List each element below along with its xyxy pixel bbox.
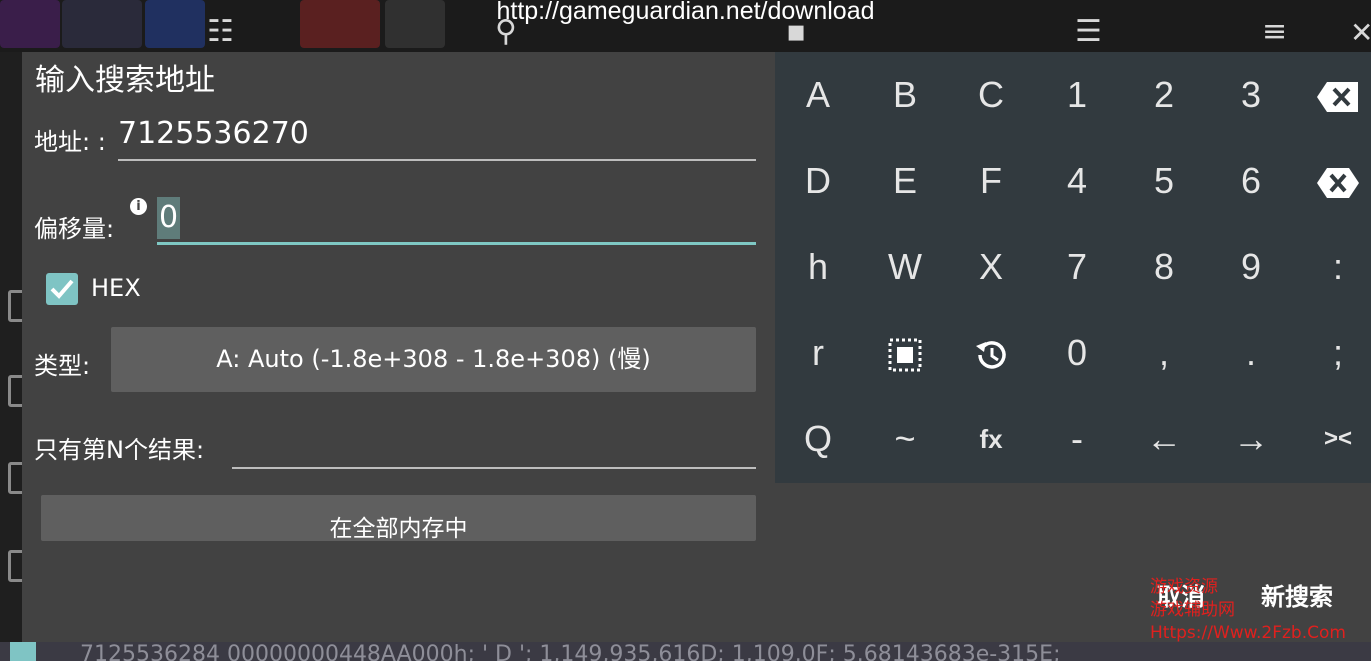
key-r[interactable]: r bbox=[775, 310, 861, 396]
key-C[interactable]: C bbox=[948, 52, 1034, 138]
watermark-line: 游戏资源 bbox=[1150, 577, 1218, 597]
key-h[interactable]: h bbox=[775, 224, 861, 310]
key-6[interactable]: 6 bbox=[1208, 138, 1294, 224]
key-5[interactable]: 5 bbox=[1121, 138, 1207, 224]
nth-result-underline bbox=[232, 467, 756, 469]
background-left-strip bbox=[0, 52, 30, 642]
key-comma[interactable]: , bbox=[1121, 310, 1207, 396]
address-input[interactable]: 7125536270 bbox=[118, 116, 309, 151]
key-fx[interactable]: fx bbox=[948, 396, 1034, 482]
key-A[interactable]: A bbox=[775, 52, 861, 138]
key-B[interactable]: B bbox=[862, 52, 948, 138]
key-colon[interactable]: : bbox=[1295, 224, 1371, 310]
backspace-icon[interactable] bbox=[1295, 52, 1371, 138]
key-X[interactable]: X bbox=[948, 224, 1034, 310]
clear-icon[interactable] bbox=[1295, 138, 1371, 224]
key-F[interactable]: F bbox=[948, 138, 1034, 224]
address-underline bbox=[118, 159, 756, 161]
type-selector[interactable]: A: Auto (-1.8e+308 - 1.8e+308) (慢) bbox=[111, 327, 756, 392]
key-right-arrow[interactable]: → bbox=[1208, 396, 1294, 482]
key-tilde[interactable]: ~ bbox=[862, 396, 948, 482]
history-icon[interactable] bbox=[948, 310, 1034, 396]
key-W[interactable]: W bbox=[862, 224, 948, 310]
background-row-text: 7125536284 00000000448AA000h; ' D '; 1,1… bbox=[80, 642, 1061, 661]
key-semicolon[interactable]: ; bbox=[1295, 310, 1371, 396]
dialog-title: 输入搜索地址 bbox=[35, 63, 215, 98]
key-period[interactable]: . bbox=[1208, 310, 1294, 396]
key-Q[interactable]: Q bbox=[775, 396, 861, 482]
key-minus[interactable]: - bbox=[1034, 396, 1120, 482]
hex-label: HEX bbox=[91, 274, 141, 302]
offset-underline bbox=[157, 242, 756, 245]
key-1[interactable]: 1 bbox=[1034, 52, 1120, 138]
watermark: 游戏资源 游戏辅助网 Https://Www.2Fzb.Com bbox=[1150, 576, 1346, 645]
watermark-line: 游戏辅助网 bbox=[1150, 600, 1235, 620]
offset-input[interactable]: 0 bbox=[157, 197, 181, 239]
select-icon[interactable] bbox=[862, 310, 948, 396]
watermark-url: Https://Www.2Fzb.Com bbox=[1150, 623, 1346, 643]
background-checkbox bbox=[10, 642, 36, 661]
key-left-arrow[interactable]: ← bbox=[1121, 396, 1207, 482]
all-memory-button[interactable]: 在全部内存中 bbox=[41, 495, 756, 541]
key-8[interactable]: 8 bbox=[1121, 224, 1207, 310]
key-0[interactable]: 0 bbox=[1034, 310, 1120, 396]
key-collapse[interactable]: >< bbox=[1295, 396, 1371, 482]
nth-result-label: 只有第N个结果: bbox=[34, 436, 205, 464]
key-D[interactable]: D bbox=[775, 138, 861, 224]
key-2[interactable]: 2 bbox=[1121, 52, 1207, 138]
url-overlay: http://gameguardian.net/download bbox=[496, 0, 875, 25]
key-E[interactable]: E bbox=[862, 138, 948, 224]
type-label: 类型: bbox=[34, 352, 91, 380]
hex-checkbox[interactable] bbox=[46, 273, 78, 305]
offset-label: 偏移量: bbox=[34, 215, 115, 243]
checkmark-icon bbox=[50, 279, 74, 299]
key-9[interactable]: 9 bbox=[1208, 224, 1294, 310]
info-icon[interactable]: i bbox=[130, 198, 147, 215]
key-3[interactable]: 3 bbox=[1208, 52, 1294, 138]
address-label: 地址: : bbox=[34, 128, 106, 156]
key-4[interactable]: 4 bbox=[1034, 138, 1120, 224]
custom-keyboard: A B C 1 2 3 D E F 4 5 6 h W X 7 8 9 : r bbox=[775, 52, 1371, 483]
key-7[interactable]: 7 bbox=[1034, 224, 1120, 310]
